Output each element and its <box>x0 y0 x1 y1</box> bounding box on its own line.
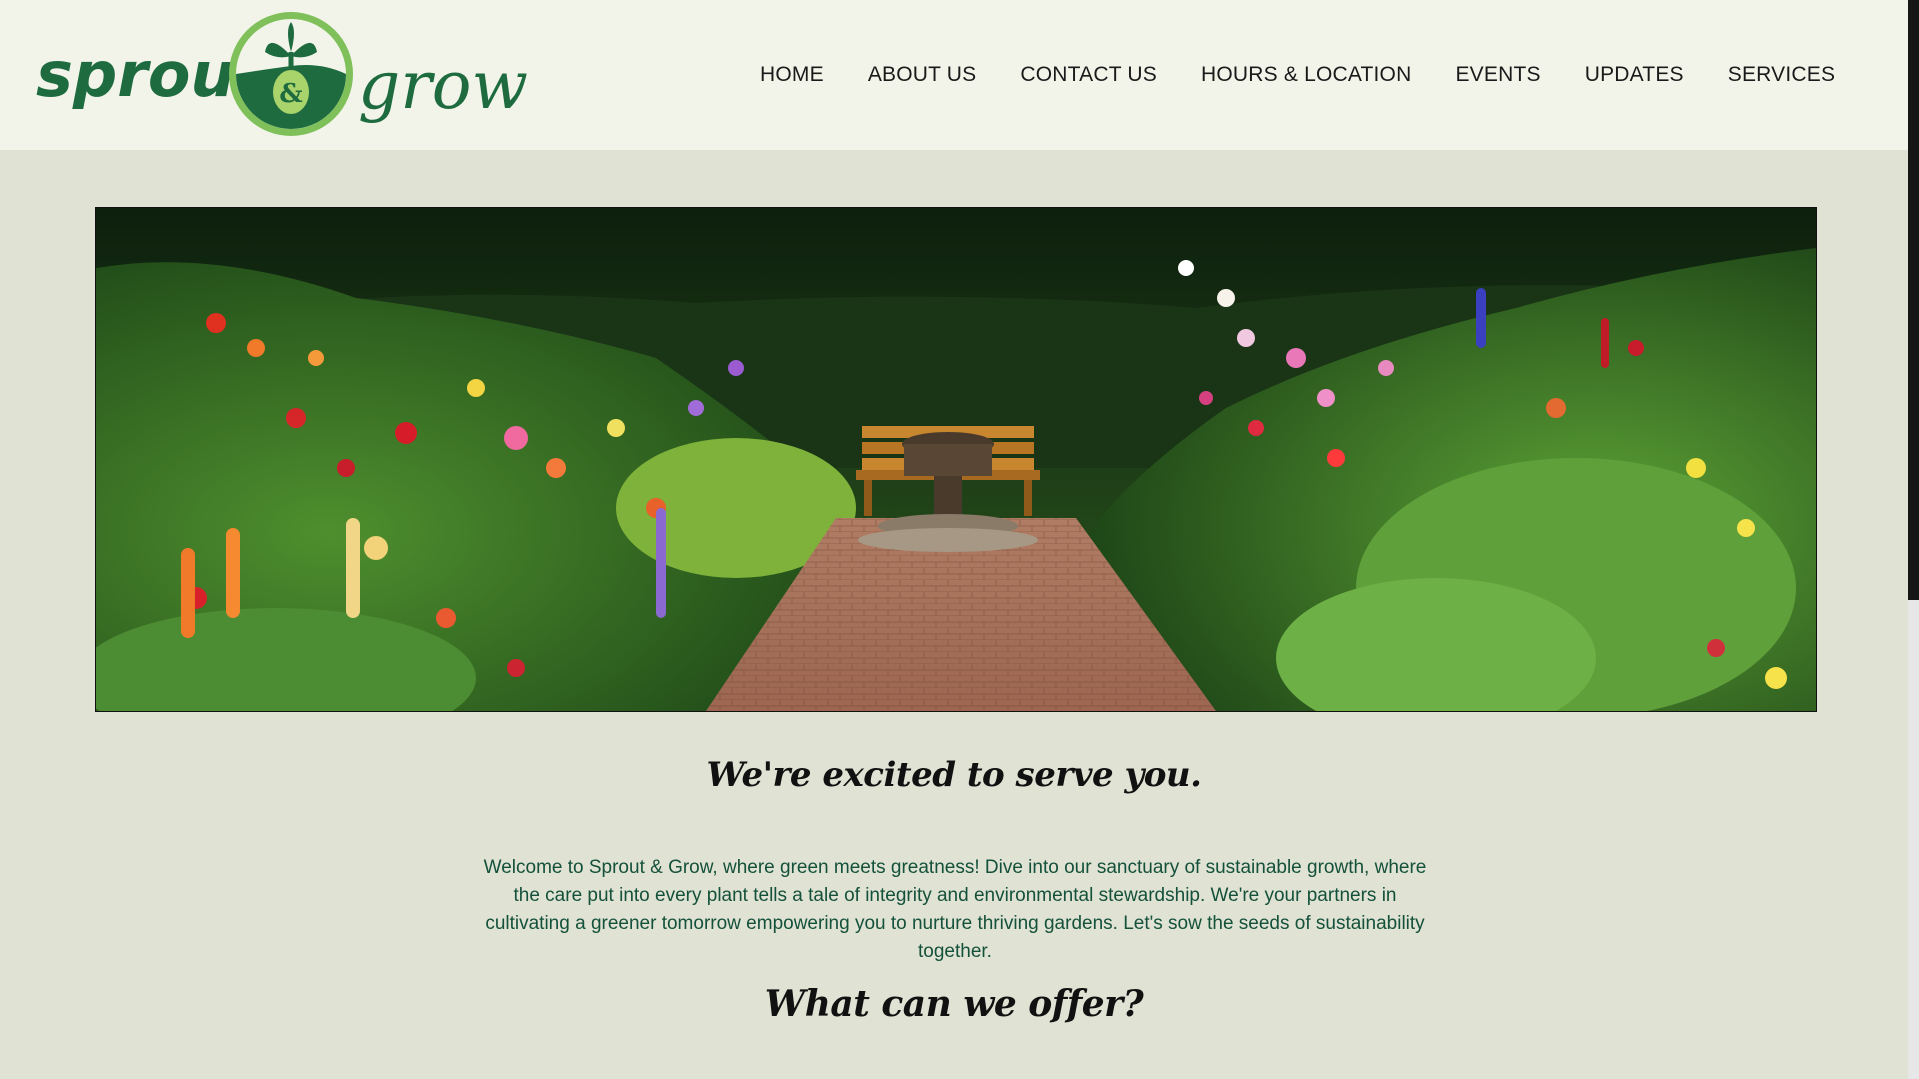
nav-about-us[interactable]: ABOUT US <box>868 63 977 87</box>
sprout-and-grow-logo[interactable]: sprout & grow <box>36 8 536 143</box>
intro-paragraph: Welcome to Sprout & Grow, where green me… <box>483 857 1427 962</box>
offer-heading: What can we offer? <box>764 983 1144 1025</box>
nav-updates[interactable]: UPDATES <box>1585 63 1684 87</box>
hero-garden-image <box>95 207 1817 712</box>
page: sprout & grow HOME ABOUT US CONTACT US H… <box>0 0 1919 1079</box>
page-scrollbar[interactable] <box>1908 0 1919 1079</box>
nav-contact-us[interactable]: CONTACT US <box>1020 63 1157 87</box>
nav-hours-location[interactable]: HOURS & LOCATION <box>1201 63 1412 87</box>
logo-emblem-icon: & <box>229 12 353 136</box>
nav-services[interactable]: SERVICES <box>1728 63 1835 87</box>
scrollbar-thumb[interactable] <box>1908 0 1919 600</box>
nav-home[interactable]: HOME <box>760 63 824 87</box>
main-nav: HOME ABOUT US CONTACT US HOURS & LOCATIO… <box>760 55 1879 95</box>
logo-word-grow: grow <box>358 47 528 124</box>
logo-ampersand: & <box>279 79 302 109</box>
welcome-tagline: We're excited to serve you. <box>706 755 1202 795</box>
nav-events[interactable]: EVENTS <box>1455 63 1540 87</box>
site-header: sprout & grow HOME ABOUT US CONTACT US H… <box>0 0 1908 150</box>
